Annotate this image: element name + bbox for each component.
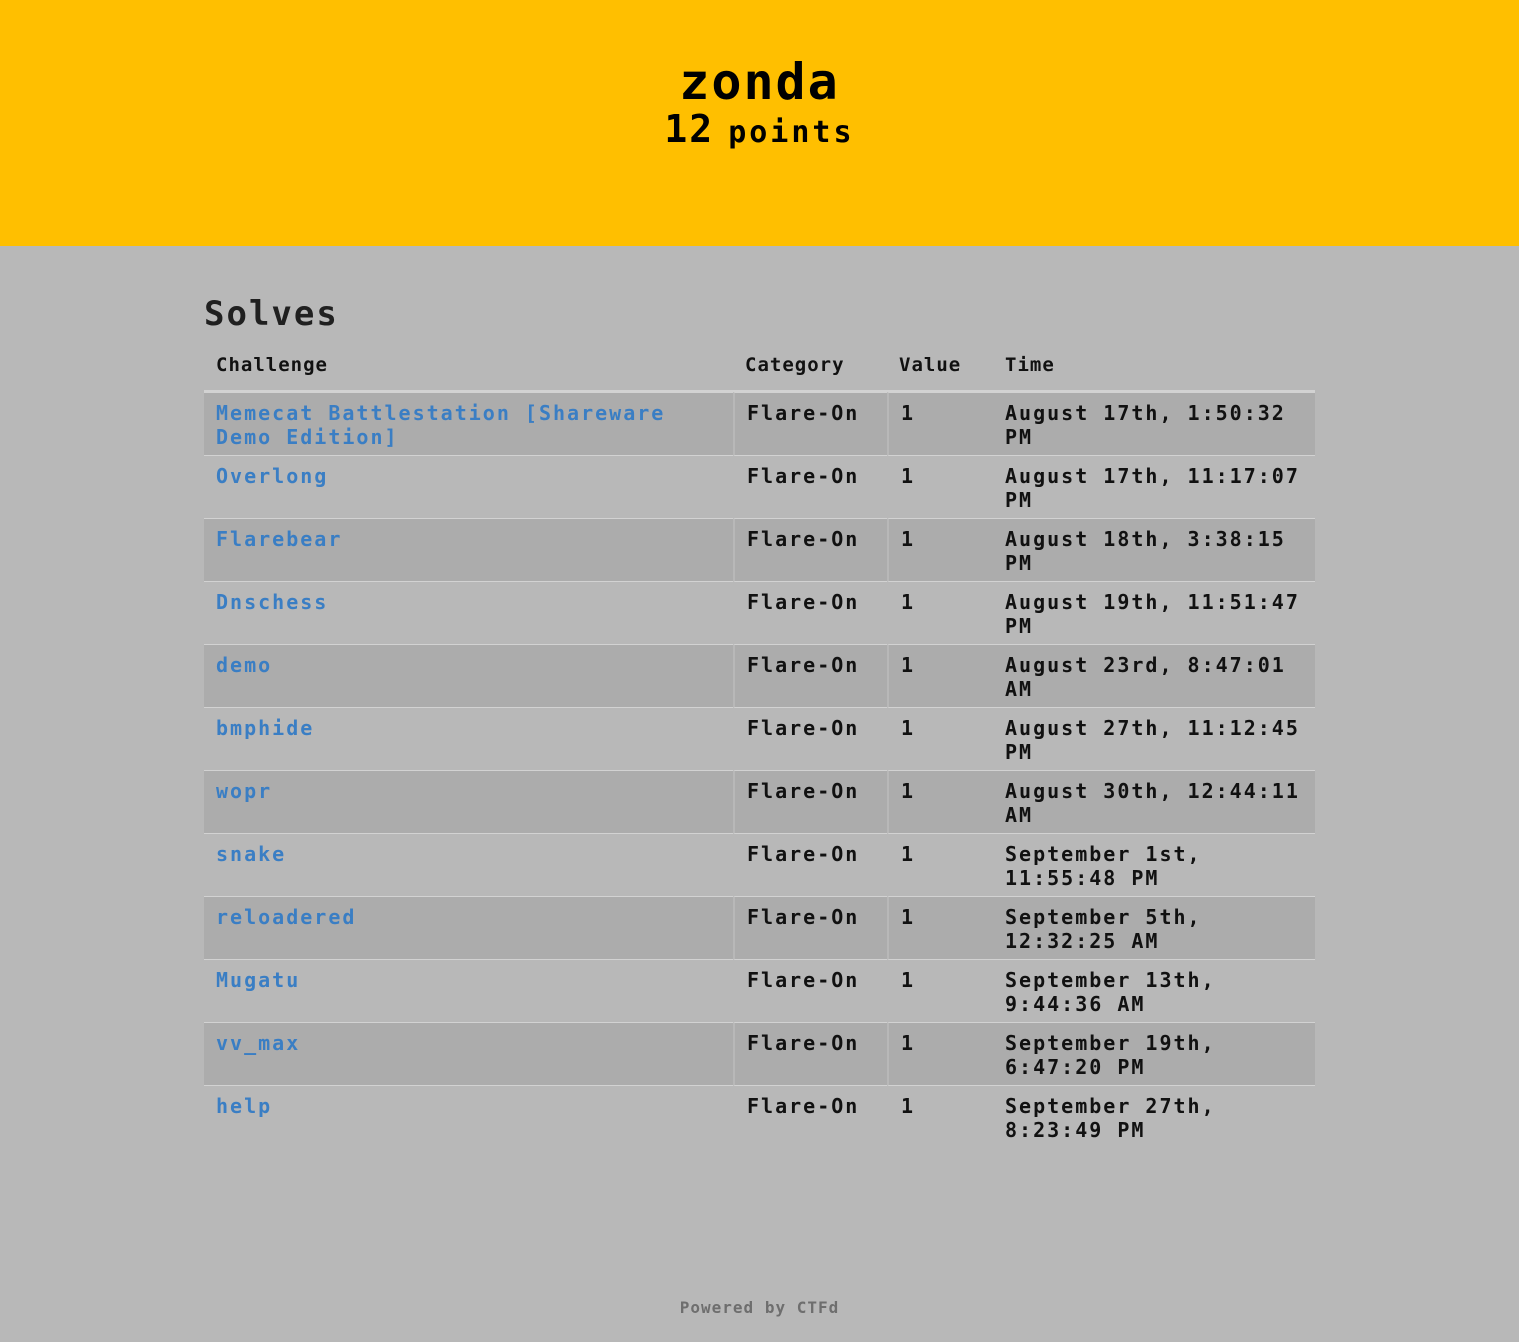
team-points-value: 12 — [664, 107, 715, 151]
cell-category: Flare-On — [733, 455, 887, 518]
cell-value: 1 — [887, 833, 993, 896]
cell-time: August 19th, 11:51:47 PM — [993, 581, 1315, 644]
table-row: vv_max Flare-On 1 September 19th, 6:47:20 P… — [204, 1022, 1315, 1085]
cell-value: 1 — [887, 518, 993, 581]
table-row: reloadered Flare-On 1 September 5th, 12:32:… — [204, 896, 1315, 959]
challenge-link[interactable]: bmphide — [216, 716, 314, 740]
cell-value: 1 — [887, 770, 993, 833]
cell-time: August 23rd, 8:47:01 AM — [993, 644, 1315, 707]
cell-time: September 1st, 11:55:48 PM — [993, 833, 1315, 896]
cell-category: Flare-On — [733, 959, 887, 1022]
solves-section: Solves Challenge Category Value Time Mem… — [204, 292, 1315, 1148]
cell-value: 1 — [887, 1022, 993, 1085]
cell-time: September 13th, 9:44:36 AM — [993, 959, 1315, 1022]
solves-title: Solves — [204, 294, 339, 334]
cell-challenge: reloadered — [204, 896, 733, 959]
cell-category: Flare-On — [733, 1085, 887, 1148]
table-row: bmphide Flare-On 1 August 27th, 11:12:45 PM — [204, 707, 1315, 770]
cell-value: 1 — [887, 392, 993, 455]
cell-challenge: Overlong — [204, 455, 733, 518]
table-row: Overlong Flare-On 1 August 17th, 11:17:07 P… — [204, 455, 1315, 518]
solves-table: Challenge Category Value Time Memecat Ba… — [204, 348, 1315, 1148]
team-header: zonda 12 points — [0, 0, 1519, 246]
solves-table-header: Challenge Category Value Time — [204, 348, 1315, 392]
table-row: Flarebear Flare-On 1 August 18th, 3:38:15 P… — [204, 518, 1315, 581]
cell-value: 1 — [887, 1085, 993, 1148]
cell-time: August 18th, 3:38:15 PM — [993, 518, 1315, 581]
footer-powered-by: Powered by CTFd — [679, 1298, 840, 1317]
table-row: help Flare-On 1 September 27th, 8:23:49 PM — [204, 1085, 1315, 1148]
column-header-category: Category — [733, 348, 887, 392]
cell-time: August 27th, 11:12:45 PM — [993, 707, 1315, 770]
table-row: wopr Flare-On 1 August 30th, 12:44:11 AM — [204, 770, 1315, 833]
cell-time: August 30th, 12:44:11 AM — [993, 770, 1315, 833]
cell-category: Flare-On — [733, 518, 887, 581]
table-row: snake Flare-On 1 September 1st, 11:55:48 PM — [204, 833, 1315, 896]
team-points-unit: points — [728, 115, 855, 150]
cell-category: Flare-On — [733, 392, 887, 455]
challenge-link[interactable]: snake — [216, 842, 286, 866]
cell-time: August 17th, 1:50:32 PM — [993, 392, 1315, 455]
challenge-link[interactable]: Mugatu — [216, 968, 300, 992]
cell-time: September 5th, 12:32:25 AM — [993, 896, 1315, 959]
cell-category: Flare-On — [733, 581, 887, 644]
cell-category: Flare-On — [733, 644, 887, 707]
team-points: 12 points — [0, 104, 1519, 162]
cell-challenge: help — [204, 1085, 733, 1148]
cell-category: Flare-On — [733, 707, 887, 770]
cell-value: 1 — [887, 455, 993, 518]
team-name: zonda — [679, 53, 840, 111]
challenge-link[interactable]: Memecat Battlestation [Shareware Demo Ed… — [216, 401, 665, 449]
cell-challenge: bmphide — [204, 707, 733, 770]
cell-challenge: Mugatu — [204, 959, 733, 1022]
challenge-link[interactable]: vv_max — [216, 1031, 300, 1055]
cell-challenge: wopr — [204, 770, 733, 833]
challenge-link[interactable]: demo — [216, 653, 272, 677]
table-row: Memecat Battlestation [Shareware Demo Ed… — [204, 392, 1315, 455]
challenge-link[interactable]: wopr — [216, 779, 272, 803]
cell-challenge: Flarebear — [204, 518, 733, 581]
cell-category: Flare-On — [733, 833, 887, 896]
cell-time: September 19th, 6:47:20 PM — [993, 1022, 1315, 1085]
challenge-link[interactable]: reloadered — [216, 905, 356, 929]
cell-value: 1 — [887, 581, 993, 644]
column-header-time: Time — [993, 348, 1315, 392]
challenge-link[interactable]: Dnschess — [216, 590, 328, 614]
cell-category: Flare-On — [733, 770, 887, 833]
challenge-link[interactable]: Flarebear — [216, 527, 342, 551]
cell-challenge: Memecat Battlestation [Shareware Demo Ed… — [204, 392, 733, 455]
cell-challenge: demo — [204, 644, 733, 707]
column-header-challenge: Challenge — [204, 348, 733, 392]
cell-value: 1 — [887, 959, 993, 1022]
table-row: Dnschess Flare-On 1 August 19th, 11:51:47 P… — [204, 581, 1315, 644]
cell-value: 1 — [887, 896, 993, 959]
cell-category: Flare-On — [733, 1022, 887, 1085]
challenge-link[interactable]: Overlong — [216, 464, 328, 488]
cell-challenge: snake — [204, 833, 733, 896]
solves-table-body: Memecat Battlestation [Shareware Demo Ed… — [204, 392, 1315, 1148]
table-row: demo Flare-On 1 August 23rd, 8:47:01 AM — [204, 644, 1315, 707]
cell-value: 1 — [887, 644, 993, 707]
cell-time: August 17th, 11:17:07 PM — [993, 455, 1315, 518]
cell-challenge: vv_max — [204, 1022, 733, 1085]
column-header-value: Value — [887, 348, 993, 392]
challenge-link[interactable]: help — [216, 1094, 272, 1118]
cell-time: September 27th, 8:23:49 PM — [993, 1085, 1315, 1148]
cell-challenge: Dnschess — [204, 581, 733, 644]
cell-value: 1 — [887, 707, 993, 770]
cell-category: Flare-On — [733, 896, 887, 959]
table-row: Mugatu Flare-On 1 September 13th, 9:44:36 A… — [204, 959, 1315, 1022]
